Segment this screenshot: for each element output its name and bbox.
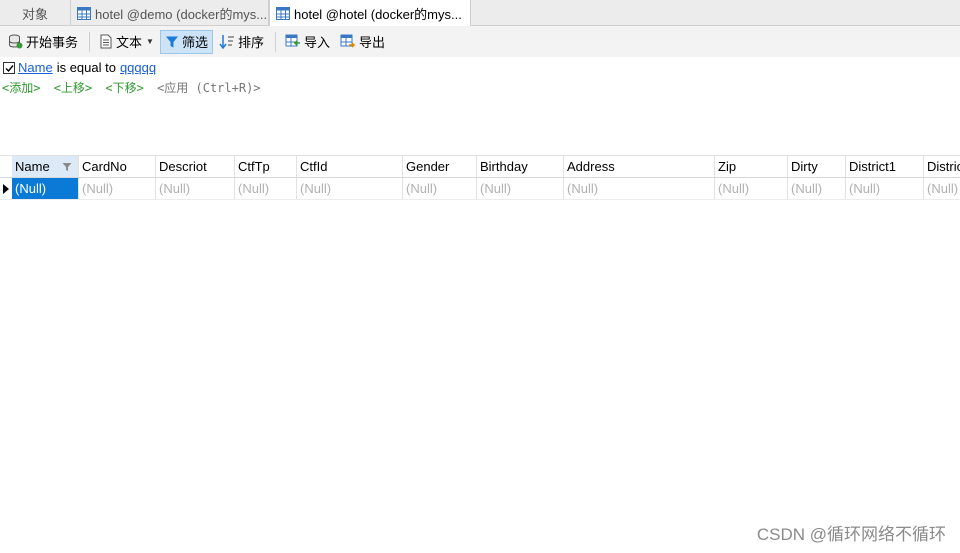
row-pointer-icon	[3, 184, 9, 194]
table-cell[interactable]: (Null)	[715, 178, 788, 199]
checkmark-icon	[5, 64, 14, 72]
column-header-label: CtfId	[300, 159, 328, 174]
table-cell[interactable]: (Null)	[788, 178, 846, 199]
column-header-label: Gender	[406, 159, 450, 174]
column-header-label: District1	[849, 159, 896, 174]
row-header-corner	[0, 156, 12, 177]
table-cell[interactable]: (Null)	[846, 178, 924, 199]
import-button[interactable]: 导入	[281, 30, 334, 54]
column-header-birthday[interactable]: Birthday	[477, 156, 564, 177]
column-header-label: Address	[567, 159, 615, 174]
sort-icon	[219, 35, 234, 49]
filter-condition: Name is equal to qqqqq	[3, 60, 156, 75]
filter-actions: <添加> <上移> <下移> <应用 (Ctrl+R)>	[2, 79, 261, 96]
toolbar-divider	[274, 31, 276, 52]
column-header-label: Descriot	[159, 159, 207, 174]
column-header-name[interactable]: Name	[12, 156, 79, 177]
table-cell[interactable]: (Null)	[564, 178, 715, 199]
tab-hotel-demo[interactable]: hotel @demo (docker的mys...	[71, 0, 269, 26]
table-cell[interactable]: (Null)	[403, 178, 477, 199]
column-header-district2[interactable]: District2	[924, 156, 960, 177]
tab-label: hotel @demo (docker的mys...	[95, 6, 268, 22]
table-cell[interactable]: (Null)	[235, 178, 297, 199]
column-header-ctfid[interactable]: CtfId	[297, 156, 403, 177]
column-header-zip[interactable]: Zip	[715, 156, 788, 177]
filter-enabled-checkbox[interactable]	[3, 61, 15, 74]
table-cell[interactable]: (Null)	[156, 178, 235, 199]
export-label: 导出	[359, 35, 386, 50]
document-icon	[100, 34, 112, 49]
tab-bar: 对象 hotel @demo (docker的mys... hotel @hot…	[0, 0, 960, 27]
column-header-label: Zip	[718, 159, 737, 174]
text-view-label: 文本	[116, 35, 143, 50]
column-header-address[interactable]: Address	[564, 156, 715, 177]
table-cell[interactable]: (Null)	[79, 178, 156, 199]
table-cell[interactable]: (Null)	[477, 178, 564, 199]
column-header-label: Name	[15, 159, 50, 174]
funnel-icon	[165, 36, 178, 47]
watermark: CSDN @循环网络不循环	[756, 525, 946, 544]
toolbar-divider	[89, 31, 91, 52]
filter-operator[interactable]: is equal to	[57, 60, 116, 75]
chevron-down-icon[interactable]: ▼	[146, 37, 154, 46]
column-header-cardno[interactable]: CardNo	[79, 156, 156, 177]
column-header-ctftp[interactable]: CtfTp	[235, 156, 297, 177]
export-button[interactable]: 导出	[336, 30, 389, 54]
table-row[interactable]: (Null) (Null) (Null) (Null) (Null) (Null…	[0, 178, 960, 200]
column-header-dirty[interactable]: Dirty	[788, 156, 846, 177]
table-cell[interactable]: (Null)	[924, 178, 960, 199]
column-header-gender[interactable]: Gender	[403, 156, 477, 177]
column-header-descriot[interactable]: Descriot	[156, 156, 235, 177]
filter-value-link[interactable]: qqqqq	[120, 60, 156, 75]
filter-funnel-icon	[62, 162, 72, 171]
column-header-label: CtfTp	[238, 159, 270, 174]
column-header-label: Dirty	[791, 159, 818, 174]
begin-transaction-label: 开始事务	[26, 35, 79, 50]
sort-button[interactable]: 排序	[215, 30, 268, 54]
database-icon	[9, 34, 23, 49]
import-label: 导入	[303, 35, 330, 50]
table-icon	[276, 7, 290, 20]
column-header-district1[interactable]: District1	[846, 156, 924, 177]
table-icon	[77, 6, 91, 20]
filter-button[interactable]: 筛选	[159, 29, 213, 54]
filter-panel: Name is equal to qqqqq <添加> <上移> <下移> <应…	[0, 57, 960, 154]
column-header-label: District2	[927, 159, 960, 174]
current-row-indicator	[0, 178, 12, 199]
filter-move-down-link[interactable]: <下移>	[105, 81, 143, 95]
filter-apply-link[interactable]: <应用 (Ctrl+R)>	[157, 81, 260, 95]
column-header-label: CardNo	[82, 159, 127, 174]
toolbar: 开始事务 文本 ▼ 筛选 排序 导入 导出	[0, 26, 960, 57]
data-grid: Name CardNo Descriot CtfTp CtfId Gender …	[0, 155, 960, 200]
sort-label: 排序	[237, 35, 264, 50]
import-icon	[285, 34, 300, 47]
table-cell[interactable]: (Null)	[12, 178, 79, 199]
tab-label: hotel @hotel (docker的mys...	[294, 7, 462, 22]
tab-label: 对象	[21, 6, 48, 22]
text-view-button[interactable]: 文本 ▼	[95, 30, 158, 54]
tab-objects[interactable]: 对象	[0, 0, 71, 26]
column-header-label: Birthday	[480, 159, 528, 174]
tab-hotel-hotel[interactable]: hotel @hotel (docker的mys...	[269, 0, 471, 27]
filter-move-up-link[interactable]: <上移>	[54, 81, 92, 95]
table-cell[interactable]: (Null)	[297, 178, 403, 199]
filter-label: 筛选	[181, 35, 208, 50]
filter-add-link[interactable]: <添加>	[2, 81, 40, 95]
begin-transaction-button[interactable]: 开始事务	[4, 30, 82, 54]
export-icon	[340, 34, 356, 48]
grid-header-row: Name CardNo Descriot CtfTp CtfId Gender …	[0, 155, 960, 178]
filter-field-link[interactable]: Name	[18, 60, 53, 75]
